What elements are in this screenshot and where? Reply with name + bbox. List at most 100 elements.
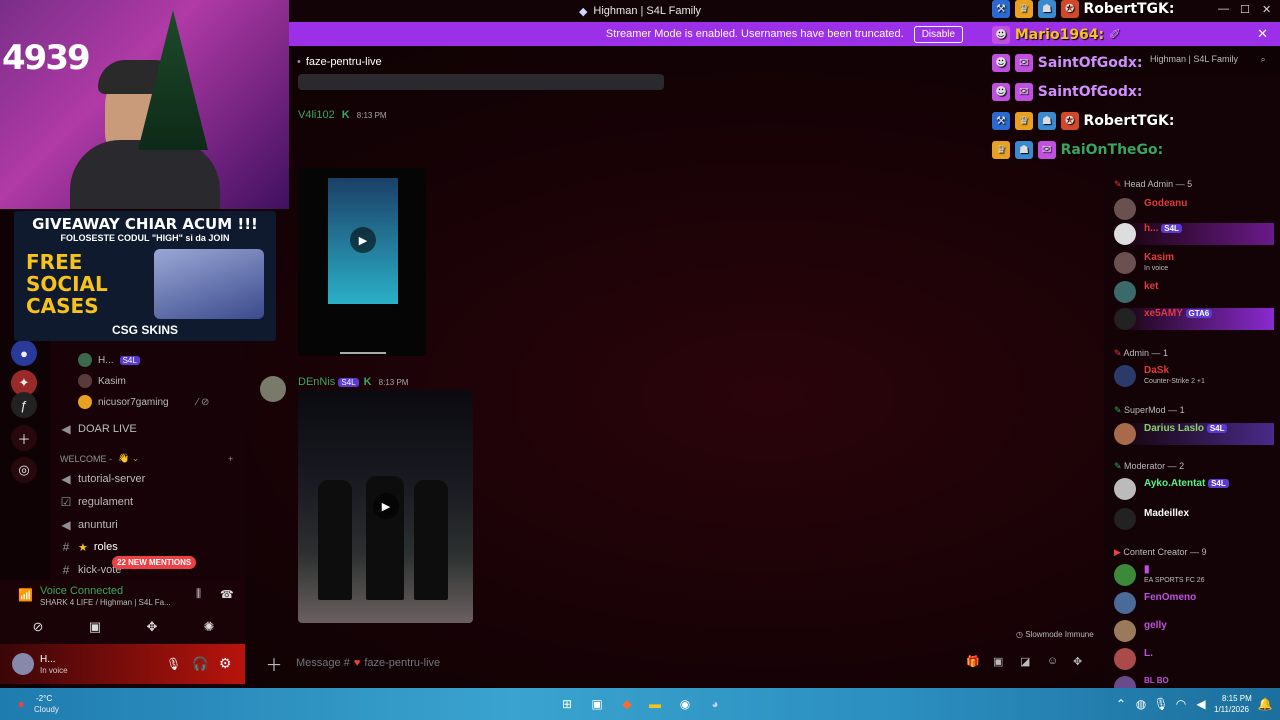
member-name: ket	[1144, 281, 1159, 292]
file-explorer-icon[interactable]: ▬	[646, 695, 664, 713]
sticker-icon[interactable]: ◪	[1020, 655, 1030, 668]
channel-regulament[interactable]: ☑ regulament	[60, 495, 133, 509]
video-attachment[interactable]: ▶	[298, 390, 473, 623]
discord-taskbar-icon[interactable]: ◕	[706, 695, 724, 713]
microphone-icon[interactable]: 🎙	[166, 657, 181, 671]
headphones-icon[interactable]: 🎧	[192, 656, 208, 672]
category-welcome[interactable]: WELCOME - 👋 ⌄ +	[60, 453, 233, 464]
channel-title: faze-pentru-live	[305, 56, 382, 68]
play-icon[interactable]: ▶	[373, 493, 399, 519]
csgoskins-logo: CSG SKINS	[111, 323, 178, 337]
video-scrubber[interactable]	[340, 352, 386, 354]
member-list: ✎ Head Admin — 5 Godeanu h... S4L Kasim I…	[1104, 78, 1280, 698]
channel-roles[interactable]: # ★ roles	[60, 540, 118, 554]
free-text: FREE	[26, 250, 83, 274]
disable-streamer-button[interactable]: Disable	[913, 25, 964, 43]
server-icon[interactable]: ●	[11, 340, 37, 366]
server-icon[interactable]: ƒ	[11, 392, 37, 418]
author-name[interactable]: V4li102	[298, 109, 335, 121]
discover-icon[interactable]: ◎	[11, 457, 37, 483]
user-status: In voice	[40, 666, 68, 675]
signal-icon[interactable]: 📶	[18, 588, 33, 602]
video-attachment[interactable]: ▶	[298, 168, 426, 356]
activities-icon[interactable]: ✥	[132, 616, 172, 638]
windows-start-icon[interactable]: ⊞	[558, 695, 576, 713]
server-search[interactable]: Highman | S4L Family ⌕	[1150, 54, 1266, 65]
voice-user[interactable]: H... S4L	[78, 353, 140, 367]
channel-label: roles	[93, 541, 118, 553]
avatar	[1114, 620, 1136, 642]
author-avatar[interactable]	[260, 376, 286, 402]
volume-icon[interactable]: ◀	[1192, 695, 1210, 713]
apps-icon[interactable]: ✥	[1073, 655, 1082, 668]
member-item[interactable]: DaSk Counter-Strike 2 +1	[1114, 365, 1205, 387]
author-name[interactable]: DEnNis	[298, 376, 335, 388]
member-item[interactable]: Godeanu	[1114, 198, 1187, 220]
member-item[interactable]: FenOmeno	[1114, 592, 1196, 614]
steam-icon[interactable]: ◉	[676, 695, 694, 713]
noise-suppression-icon[interactable]: ⫼	[196, 588, 201, 601]
mic-tray-icon[interactable]: 🎙	[1152, 695, 1170, 713]
clock-date[interactable]: 1/11/2026	[1214, 705, 1249, 714]
maximize-icon[interactable]: ☐	[1240, 3, 1250, 16]
member-item[interactable]: gelly	[1114, 620, 1167, 642]
member-item[interactable]: h... S4L	[1114, 223, 1274, 245]
close-window-icon[interactable]: ✕	[1262, 3, 1271, 16]
tray-chevron-icon[interactable]: ⌃	[1112, 695, 1130, 713]
camera-off-icon[interactable]: ⊘	[18, 616, 58, 638]
member-status: Counter-Strike 2 +1	[1144, 378, 1205, 385]
channel-doar-live[interactable]: ◀ DOAR LIVE	[60, 422, 136, 436]
slowmode-label: Slowmode Immune	[1025, 630, 1094, 639]
person-figure	[318, 480, 352, 600]
member-item[interactable]: L.	[1114, 648, 1153, 670]
member-item[interactable]: ket	[1114, 281, 1158, 303]
soundboard-icon[interactable]: ✺	[189, 616, 229, 638]
minimize-icon[interactable]: —	[1218, 3, 1229, 15]
wifi-icon[interactable]: ◠	[1172, 695, 1190, 713]
clock-time[interactable]: 8:15 PM	[1222, 694, 1252, 703]
member-item[interactable]: Kasim In voice	[1114, 252, 1174, 274]
gif-icon[interactable]: ▣	[993, 655, 1003, 668]
speaker-icon: ◀	[61, 422, 71, 436]
disconnect-icon[interactable]: ☎	[220, 588, 234, 601]
new-mentions-pill[interactable]: 22 NEW MENTIONS	[112, 556, 197, 569]
crown-icon: ♛	[1014, 0, 1033, 18]
person-figure	[414, 480, 448, 600]
member-item[interactable]: Darius Laslo S4L	[1114, 423, 1274, 445]
weather-condition[interactable]: Cloudy	[34, 705, 59, 714]
role-header: ✎ Admin — 1	[1114, 348, 1168, 359]
badge-icon: ✪	[1060, 0, 1079, 18]
voice-user[interactable]: nicusor7gaming ⁄ ⊘	[78, 395, 209, 409]
settings-icon[interactable]: ⚙	[219, 655, 232, 672]
member-item[interactable]: Ayko.Atentat S4L	[1114, 478, 1229, 500]
gift-icon[interactable]: 🎁	[966, 655, 980, 668]
giveaway-title: GIVEAWAY CHIAR ACUM !!!	[32, 215, 258, 233]
search-icon[interactable]: ⌕	[1261, 54, 1266, 64]
play-icon[interactable]: ▶	[350, 227, 376, 253]
user-name[interactable]: H...	[40, 654, 56, 665]
voice-location[interactable]: SHARK 4 LIFE / Highman | S4L Fa...	[40, 598, 171, 607]
member-item[interactable]: xe5AMY GTA6	[1114, 308, 1274, 330]
brave-icon[interactable]: ◆	[618, 695, 636, 713]
bot-icon: ☗	[1037, 112, 1056, 130]
weather-temp[interactable]: -2°C	[36, 694, 52, 703]
taskview-icon[interactable]: ▣	[588, 695, 606, 713]
network-icon[interactable]: ◍	[1132, 695, 1150, 713]
role-label: Content Creator — 9	[1123, 547, 1207, 557]
add-attachment-icon[interactable]: ＋	[258, 651, 290, 676]
channel-tutorial-server[interactable]: ◀ tutorial-server	[60, 472, 145, 486]
giveaway-overlay: GIVEAWAY CHIAR ACUM !!! FOLOSESTE CODUL …	[14, 211, 276, 341]
member-item[interactable]: Madeillex	[1114, 508, 1189, 530]
user-avatar[interactable]	[12, 653, 34, 675]
emoji-icon[interactable]: ☺	[1047, 655, 1058, 667]
add-channel-icon[interactable]: +	[228, 454, 233, 464]
add-server-icon[interactable]: ＋	[11, 425, 37, 451]
screen-share-icon[interactable]: ▣	[75, 616, 115, 638]
member-item[interactable]: ▮ EA SPORTS FC 26	[1114, 564, 1205, 586]
notifications-icon[interactable]: 🔔	[1256, 695, 1274, 713]
channel-anunturi[interactable]: ◀ anunturi	[60, 518, 117, 532]
previous-attachment[interactable]	[298, 74, 664, 90]
voice-user[interactable]: Kasim	[78, 374, 126, 388]
weather-icon[interactable]: ●	[12, 695, 30, 713]
close-banner-icon[interactable]: ✕	[1257, 26, 1268, 42]
